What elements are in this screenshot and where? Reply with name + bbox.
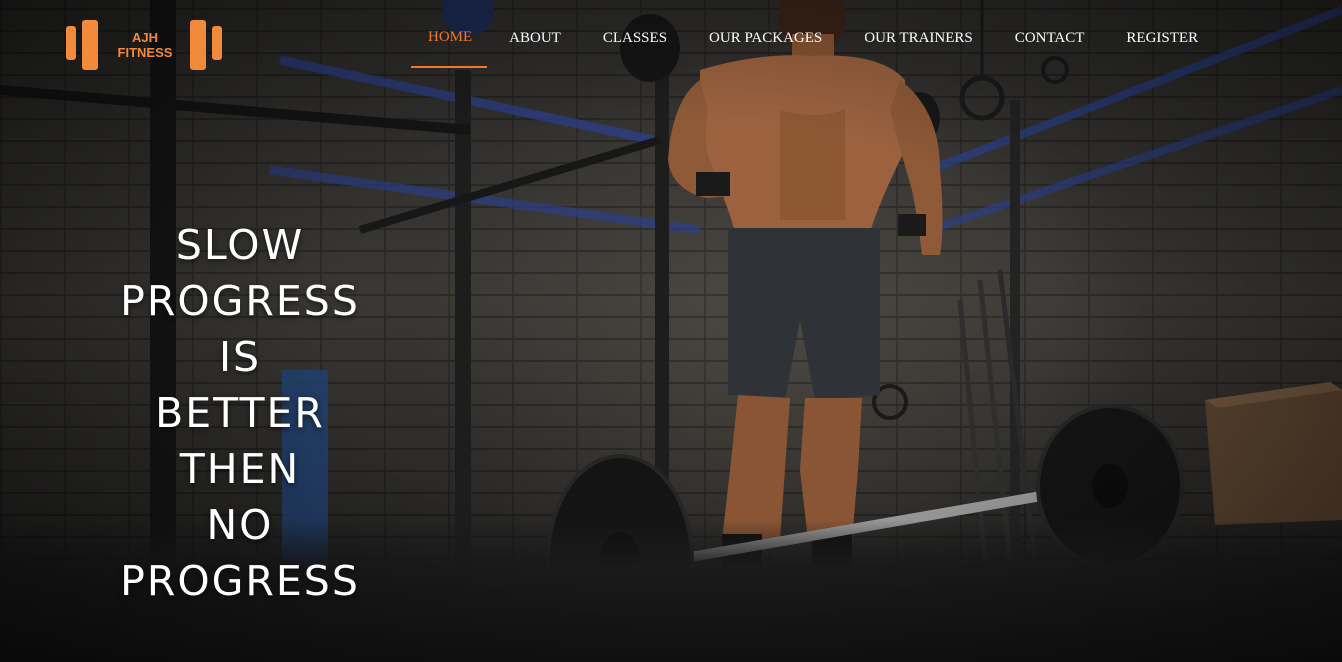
nav-home[interactable]: HOME [410,0,488,68]
nav-our-trainers[interactable]: OUR TRAINERS [843,0,994,68]
headline-line: NO [206,501,274,550]
brand-name: AJH FITNESS [104,30,186,60]
brand-name-line1: AJH [131,30,158,45]
nav-classes[interactable]: CLASSES [582,0,688,68]
brand-name-line2: FITNESS [117,45,173,60]
hero-banner: AJH FITNESS HOME ABOUT CLASSES OUR PACKA… [0,0,1342,662]
headline-line: PROGRESS [120,557,360,606]
dumbbell-plate-right-outer [212,26,222,60]
nav-about[interactable]: ABOUT [488,0,582,68]
headline-line: SLOW [175,221,305,270]
brand-logo[interactable]: AJH FITNESS [64,18,226,74]
nav-register[interactable]: REGISTER [1105,0,1219,68]
hero-headline: SLOW PROGRESS IS BETTER THEN NO PROGRESS [90,217,390,609]
dumbbell-plate-left [82,20,98,70]
headline-line: THEN [179,445,301,494]
main-nav: HOME ABOUT CLASSES OUR PACKAGES OUR TRAI… [410,0,1219,68]
headline-line: IS [218,333,262,382]
dumbbell-plate-right [190,20,206,70]
nav-contact[interactable]: CONTACT [994,0,1106,68]
dumbbell-icon [66,26,76,60]
headline-line: PROGRESS [120,277,360,326]
nav-our-packages[interactable]: OUR PACKAGES [688,0,843,68]
headline-line: BETTER [155,389,325,438]
